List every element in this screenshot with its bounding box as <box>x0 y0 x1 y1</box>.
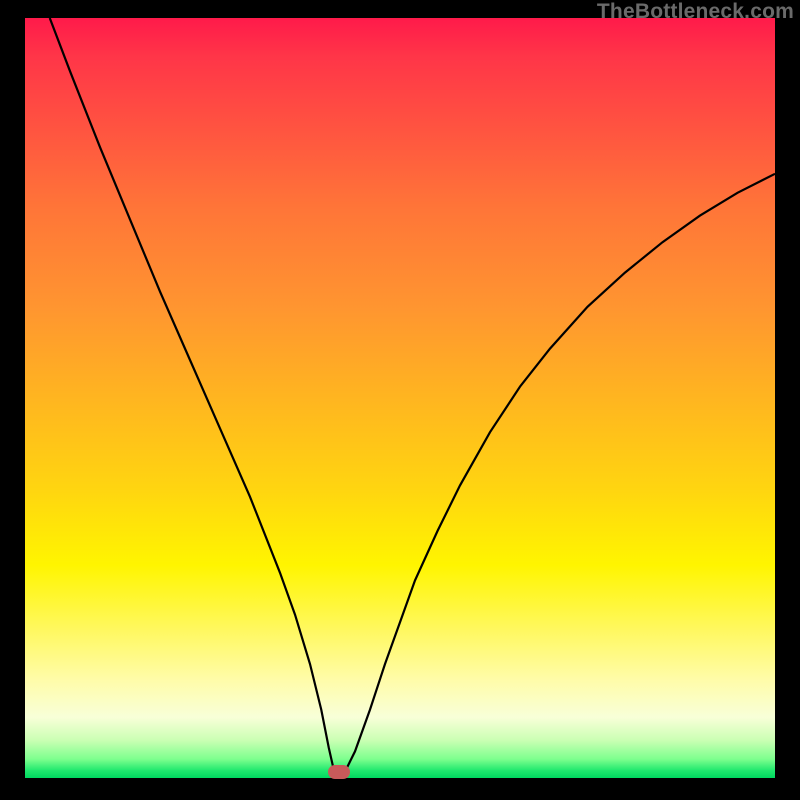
bottleneck-curve <box>25 18 775 778</box>
watermark-text: TheBottleneck.com <box>597 0 794 24</box>
chart-frame <box>25 18 775 778</box>
optimal-point-marker <box>328 765 350 779</box>
